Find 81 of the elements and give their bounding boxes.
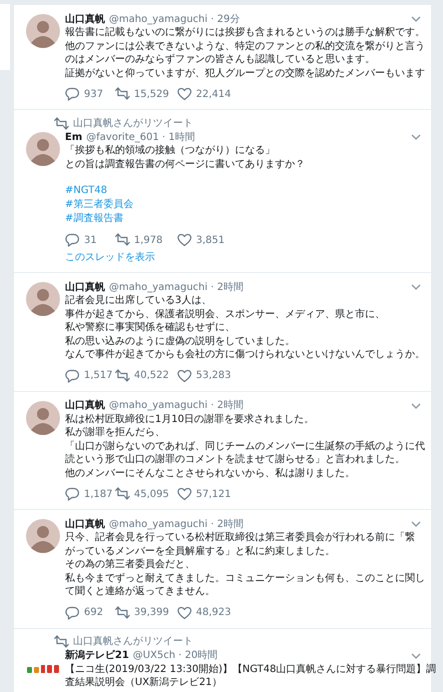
retweet-icon[interactable] [115,87,130,101]
tweet-text-line: との旨は調査報告書の何ページに書いてありますか？ [65,158,305,171]
tweet-text-line: 証拠がないと仰っていますが、犯人グループとの交際を認めたメンバーもいます [65,66,425,80]
tweet-text-line: 読という形で山口の謝罪のコメントを読ませて謝らせる」と言われました。 [65,453,405,466]
avatar[interactable] [26,14,60,48]
tweet-text-line: 【ニコ生(2019/03/22 13:30開始)】【NGT48山口真帆さんに対する暴行問題】調 [65,662,436,676]
tweet-text-line: 私の思い込みのように虚偽の説明をしていました。 [65,334,295,348]
author-handle: @maho_yamaguchi · 2時間 [109,280,244,294]
tweet-text-line: のはメンバーのみならずファンの皆さんも認識していると思います。 [65,53,375,66]
retweet-icon[interactable] [115,487,130,501]
caret-icon[interactable] [411,402,421,408]
tweet-text-line: 只今、記者会見を行っている松村匠取締役は第三者委員会が行われる前に「繋 [65,531,415,544]
tweet-text-line: 私は松村匠取締役に1月10日の謝罪を要求されました。 [65,412,314,426]
avatar[interactable] [26,132,60,166]
tweet-text-line: 査結果説明会（UX新潟テレビ21） [65,676,222,690]
tweet-text-line: 他のファンには公表できないような、特定のファンとの私的交流を繋がりと言う [65,40,425,53]
caret-icon[interactable] [411,134,421,140]
retweet-icon [54,635,69,648]
author-handle: @maho_yamaguchi · 2時間 [109,398,244,413]
caret-icon[interactable] [411,284,421,290]
tweet-text-line: 「挨拶も私的領域の接触（つながり）になる」 [65,144,275,158]
retweet-note: 山口真帆さんがリツイート [73,116,193,130]
retweet-icon[interactable] [115,233,130,247]
author-handle: @maho_yamaguchi · 29分 [109,12,240,26]
author-name[interactable]: 山口真帆 [65,516,105,532]
author-handle: @UX5ch · 20時間 [132,648,218,663]
tweet-text-line: がっているメンバーを全員解雇する」と私に約束しました。 [65,544,335,558]
reply-icon[interactable] [65,233,80,247]
author-name[interactable]: 山口真帆 [65,280,105,294]
author-name[interactable]: 新潟テレビ21 [65,648,129,663]
retweet-count: 39,399 [134,606,169,620]
heart-icon[interactable] [177,233,192,247]
like-count: 53,283 [196,369,231,383]
tweet-text-line: なんで事件が起きてからも会社の方に傷つけられないといけないんでしょうか。 [65,348,425,362]
like-count: 57,121 [196,488,231,502]
reply-count: 1,517 [84,369,113,383]
heart-icon[interactable] [177,87,192,101]
tweet-text-line: 私が謝罪を拒んだら、 [65,426,165,440]
tweet-text-line: 他のメンバーにそんなことさせられないから、私は謝りました。 [65,466,355,480]
tweet-text-line: その為の第三者委員会だと、 [65,558,195,572]
retweet-count: 15,529 [134,88,169,102]
retweet-count: 45,095 [134,488,169,502]
caret-icon[interactable] [411,521,421,527]
retweet-icon [54,116,69,130]
author-handle: @maho_yamaguchi · 2時間 [109,518,244,532]
tweet-text-line: 報告書に記載もないのに繋がりには挨拶も含まれるというのは勝手な解釈です。 [65,26,425,40]
avatar[interactable] [26,519,60,553]
like-count: 48,923 [196,606,231,620]
reply-count: 31 [84,234,97,248]
caret-icon[interactable] [411,16,421,22]
author-name[interactable]: 山口真帆 [65,398,105,413]
reply-icon[interactable] [65,606,80,620]
tweet-text-line: て聞くと連絡が返ってきません。 [65,585,215,598]
author-name[interactable]: Em [65,130,82,144]
tweet-text-line: 事件が起きてから、保護者説明会、スポンサー、メディア、県と市に、 [65,308,385,321]
retweet-icon[interactable] [115,606,130,620]
tweet-text-line: 「山口が謝らないのであれば、同じチームのメンバーに生誕祭の手紙のように代 [65,440,425,453]
reply-icon[interactable] [65,487,80,501]
avatar[interactable] [26,400,60,434]
retweet-count: 1,978 [134,234,163,248]
tweet-text-line: 私や警察に事実関係を確認もせずに、 [65,321,235,334]
reply-icon[interactable] [65,87,80,101]
like-count: 22,414 [196,88,231,102]
side-panel [0,4,10,70]
reply-icon[interactable] [65,368,80,382]
avatar[interactable] [26,282,60,316]
reply-count: 1,187 [84,488,113,502]
reply-count: 937 [84,88,104,102]
reply-count: 692 [84,606,104,620]
like-count: 3,851 [196,234,225,248]
tweet-text-line: 私も今までずっと耐えてきました。コミュニケーションも何も、このことに関し [65,572,425,585]
heart-icon[interactable] [177,487,192,501]
retweet-note: 山口真帆さんがリツイート [73,634,193,649]
author-name[interactable]: 山口真帆 [65,12,105,26]
retweet-icon[interactable] [115,368,130,382]
tweet-text-line: 記者会見に出席している3人は、 [65,294,212,308]
heart-icon[interactable] [177,606,192,620]
author-handle: @favorite_601 · 1時間 [86,130,195,144]
caret-icon[interactable] [411,652,421,658]
heart-icon[interactable] [177,368,192,382]
retweet-count: 40,522 [134,369,169,383]
